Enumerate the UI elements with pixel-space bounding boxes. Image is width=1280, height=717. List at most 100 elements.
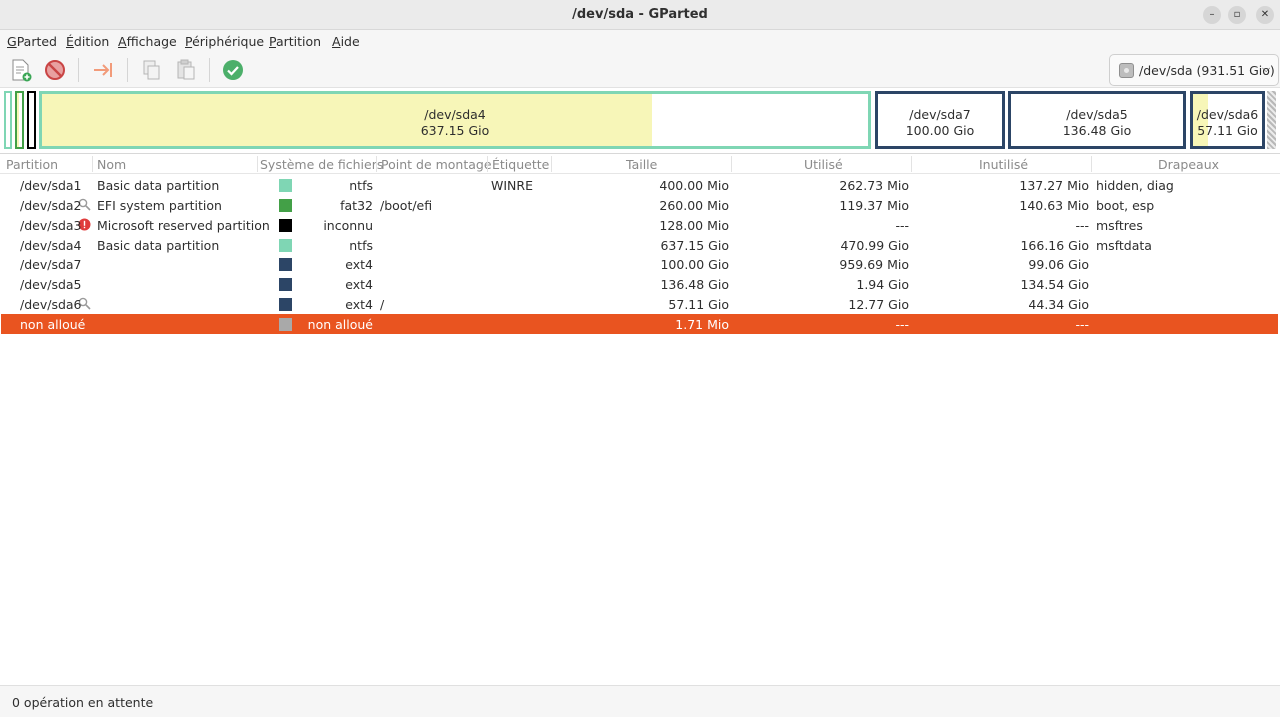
column-divider [376, 156, 377, 172]
resize-move-icon[interactable] [91, 58, 115, 82]
cell-filesystem: ext4 [345, 277, 373, 293]
filesystem-color-swatch [279, 278, 292, 292]
cell-flags: boot, esp [1096, 197, 1155, 213]
device-selector[interactable]: /dev/sda (931.51 Gio) ⌵ [1109, 54, 1279, 86]
table-row[interactable]: /dev/sda5 ext4 136.48 Gio 1.94 Gio 134.54 Gi… [1, 274, 1278, 294]
diskmap-partition-sda5[interactable]: /dev/sda5 136.48 Gio [1008, 91, 1186, 149]
table-row[interactable]: /dev/sda1 Basic data partition ntfs WINRE 40… [1, 175, 1278, 195]
cell-used: --- [895, 217, 909, 233]
cell-size: 637.15 Gio [660, 237, 729, 253]
diskmap-used-fill [17, 93, 19, 147]
table-header: Partition Nom Système de fichiers Point … [0, 154, 1280, 174]
cell-size: 100.00 Gio [660, 257, 729, 273]
toolbar-separator [209, 58, 210, 82]
table-row[interactable]: non alloué non alloué 1.71 Mio --- --- [1, 313, 1278, 334]
diskmap-unallocated[interactable] [1267, 91, 1276, 149]
diskmap-partition-sda2[interactable] [15, 91, 24, 149]
column-header-size[interactable]: Taille [626, 157, 657, 172]
copy-icon[interactable] [139, 58, 163, 82]
cell-used: --- [895, 316, 909, 332]
cell-used: 12.77 Gio [848, 297, 909, 313]
cell-size: 57.11 Gio [668, 297, 729, 313]
apply-icon[interactable] [221, 58, 245, 82]
cell-size: 1.71 Mio [675, 316, 729, 332]
cell-used: 470.99 Gio [840, 237, 909, 253]
column-divider [911, 156, 912, 172]
cell-filesystem: inconnu [323, 217, 373, 233]
menu-edition[interactable]: Édition [66, 34, 109, 49]
menu-gparted[interactable]: GParted [7, 34, 57, 49]
column-divider [1091, 156, 1092, 172]
toolbar-separator [127, 58, 128, 82]
delete-icon[interactable] [43, 58, 67, 82]
diskmap-partition-sda6[interactable]: /dev/sda6 57.11 Gio [1190, 91, 1265, 149]
cell-flags: msftdata [1096, 237, 1152, 253]
cell-used: 1.94 Gio [856, 277, 909, 293]
cell-filesystem: ext4 [345, 257, 373, 273]
harddisk-icon [1119, 63, 1134, 78]
cell-flags: hidden, diag [1096, 178, 1174, 193]
table-row[interactable]: /dev/sda7 ext4 100.00 Gio 959.69 Mio 99.06 G… [1, 254, 1278, 274]
cell-unused: --- [1075, 217, 1089, 233]
diskmap-partition-size: 100.00 Gio [905, 123, 975, 138]
cell-size: 260.00 Mio [659, 197, 729, 213]
diskmap-partition-sda1[interactable] [4, 91, 12, 149]
cell-used: 262.73 Mio [839, 178, 909, 193]
column-header-unused[interactable]: Inutilisé [979, 157, 1028, 172]
cell-label: WINRE [491, 178, 533, 193]
cell-filesystem: non alloué [307, 316, 373, 332]
filesystem-color-swatch [279, 179, 292, 192]
window-title: /dev/sda - GParted [572, 7, 708, 22]
menu-peripherique[interactable]: Périphérique [185, 34, 264, 49]
column-header-nom[interactable]: Nom [97, 157, 126, 172]
maximize-button[interactable]: ▫ [1228, 6, 1246, 24]
new-partition-icon[interactable] [9, 58, 33, 82]
toolbar: /dev/sda (931.51 Gio) ⌵ [0, 52, 1280, 88]
filesystem-color-swatch [279, 238, 292, 252]
cell-unused: 44.34 Gio [1028, 297, 1089, 313]
cell-partition: /dev/sda1 [20, 178, 82, 193]
close-button[interactable]: ✕ [1256, 6, 1274, 24]
column-header-filesystem[interactable]: Système de fichiers [260, 157, 383, 172]
column-header-label[interactable]: Étiquette [492, 157, 549, 172]
column-divider [257, 156, 258, 172]
column-header-partition[interactable]: Partition [6, 157, 58, 172]
minimize-button[interactable]: – [1203, 6, 1221, 24]
cell-unused: 99.06 Gio [1028, 257, 1089, 273]
cell-flags: msftres [1096, 217, 1143, 233]
menu-partition[interactable]: Partition [269, 34, 321, 49]
toolbar-separator [78, 58, 79, 82]
table-row[interactable]: /dev/sda4 Basic data partition ntfs 637.15 … [1, 235, 1278, 255]
diskmap-partition-name: /dev/sda4 [424, 107, 486, 122]
filesystem-color-swatch [279, 258, 292, 272]
column-header-flags[interactable]: Drapeaux [1158, 157, 1219, 172]
cell-size: 400.00 Mio [659, 178, 729, 193]
diskmap-partition-name: /dev/sda7 [909, 107, 971, 122]
chevron-down-icon: ⌵ [1262, 62, 1271, 75]
diskmap-partition-size: 136.48 Gio [1062, 123, 1132, 138]
diskmap-partition-name: /dev/sda6 [1196, 107, 1259, 122]
menu-bar: GParted Édition Affichage Périphérique P… [0, 30, 1280, 52]
table-row[interactable]: /dev/sda2 EFI system partition fat32/boot/… [1, 195, 1278, 215]
diskmap-partition-sda7[interactable]: /dev/sda7 100.00 Gio [875, 91, 1005, 149]
paste-icon[interactable] [174, 58, 198, 82]
cell-partition: /dev/sda6 [20, 297, 82, 313]
title-bar: /dev/sda - GParted – ▫ ✕ [0, 0, 1280, 30]
diskmap-partition-sda3[interactable] [27, 91, 36, 149]
diskmap-partition-size: 637.15 Gio [420, 123, 490, 138]
column-divider [731, 156, 732, 172]
table-row[interactable]: /dev/sda6 ext4 / 57.11 Gio 12.77 Gio 44.34 Gi… [1, 294, 1278, 314]
diskmap-partition-sda4[interactable]: /dev/sda4 637.15 Gio [39, 91, 871, 149]
status-bar: 0 opération en attente [0, 685, 1280, 717]
cell-partition: /dev/sda2 [20, 197, 82, 213]
menu-affichage[interactable]: Affichage [118, 34, 177, 49]
cell-size: 136.48 Gio [660, 277, 729, 293]
cell-name: EFI system partition [97, 197, 222, 213]
table-row[interactable]: /dev/sda3 Microsoft reserved partition inc… [1, 215, 1278, 235]
cell-filesystem: ext4 [345, 297, 373, 313]
cell-name: Basic data partition [97, 237, 220, 253]
menu-aide[interactable]: Aide [332, 34, 360, 49]
cell-name: Basic data partition [97, 178, 220, 193]
column-header-used[interactable]: Utilisé [804, 157, 843, 172]
column-header-mountpoint[interactable]: Point de montage [381, 157, 492, 172]
